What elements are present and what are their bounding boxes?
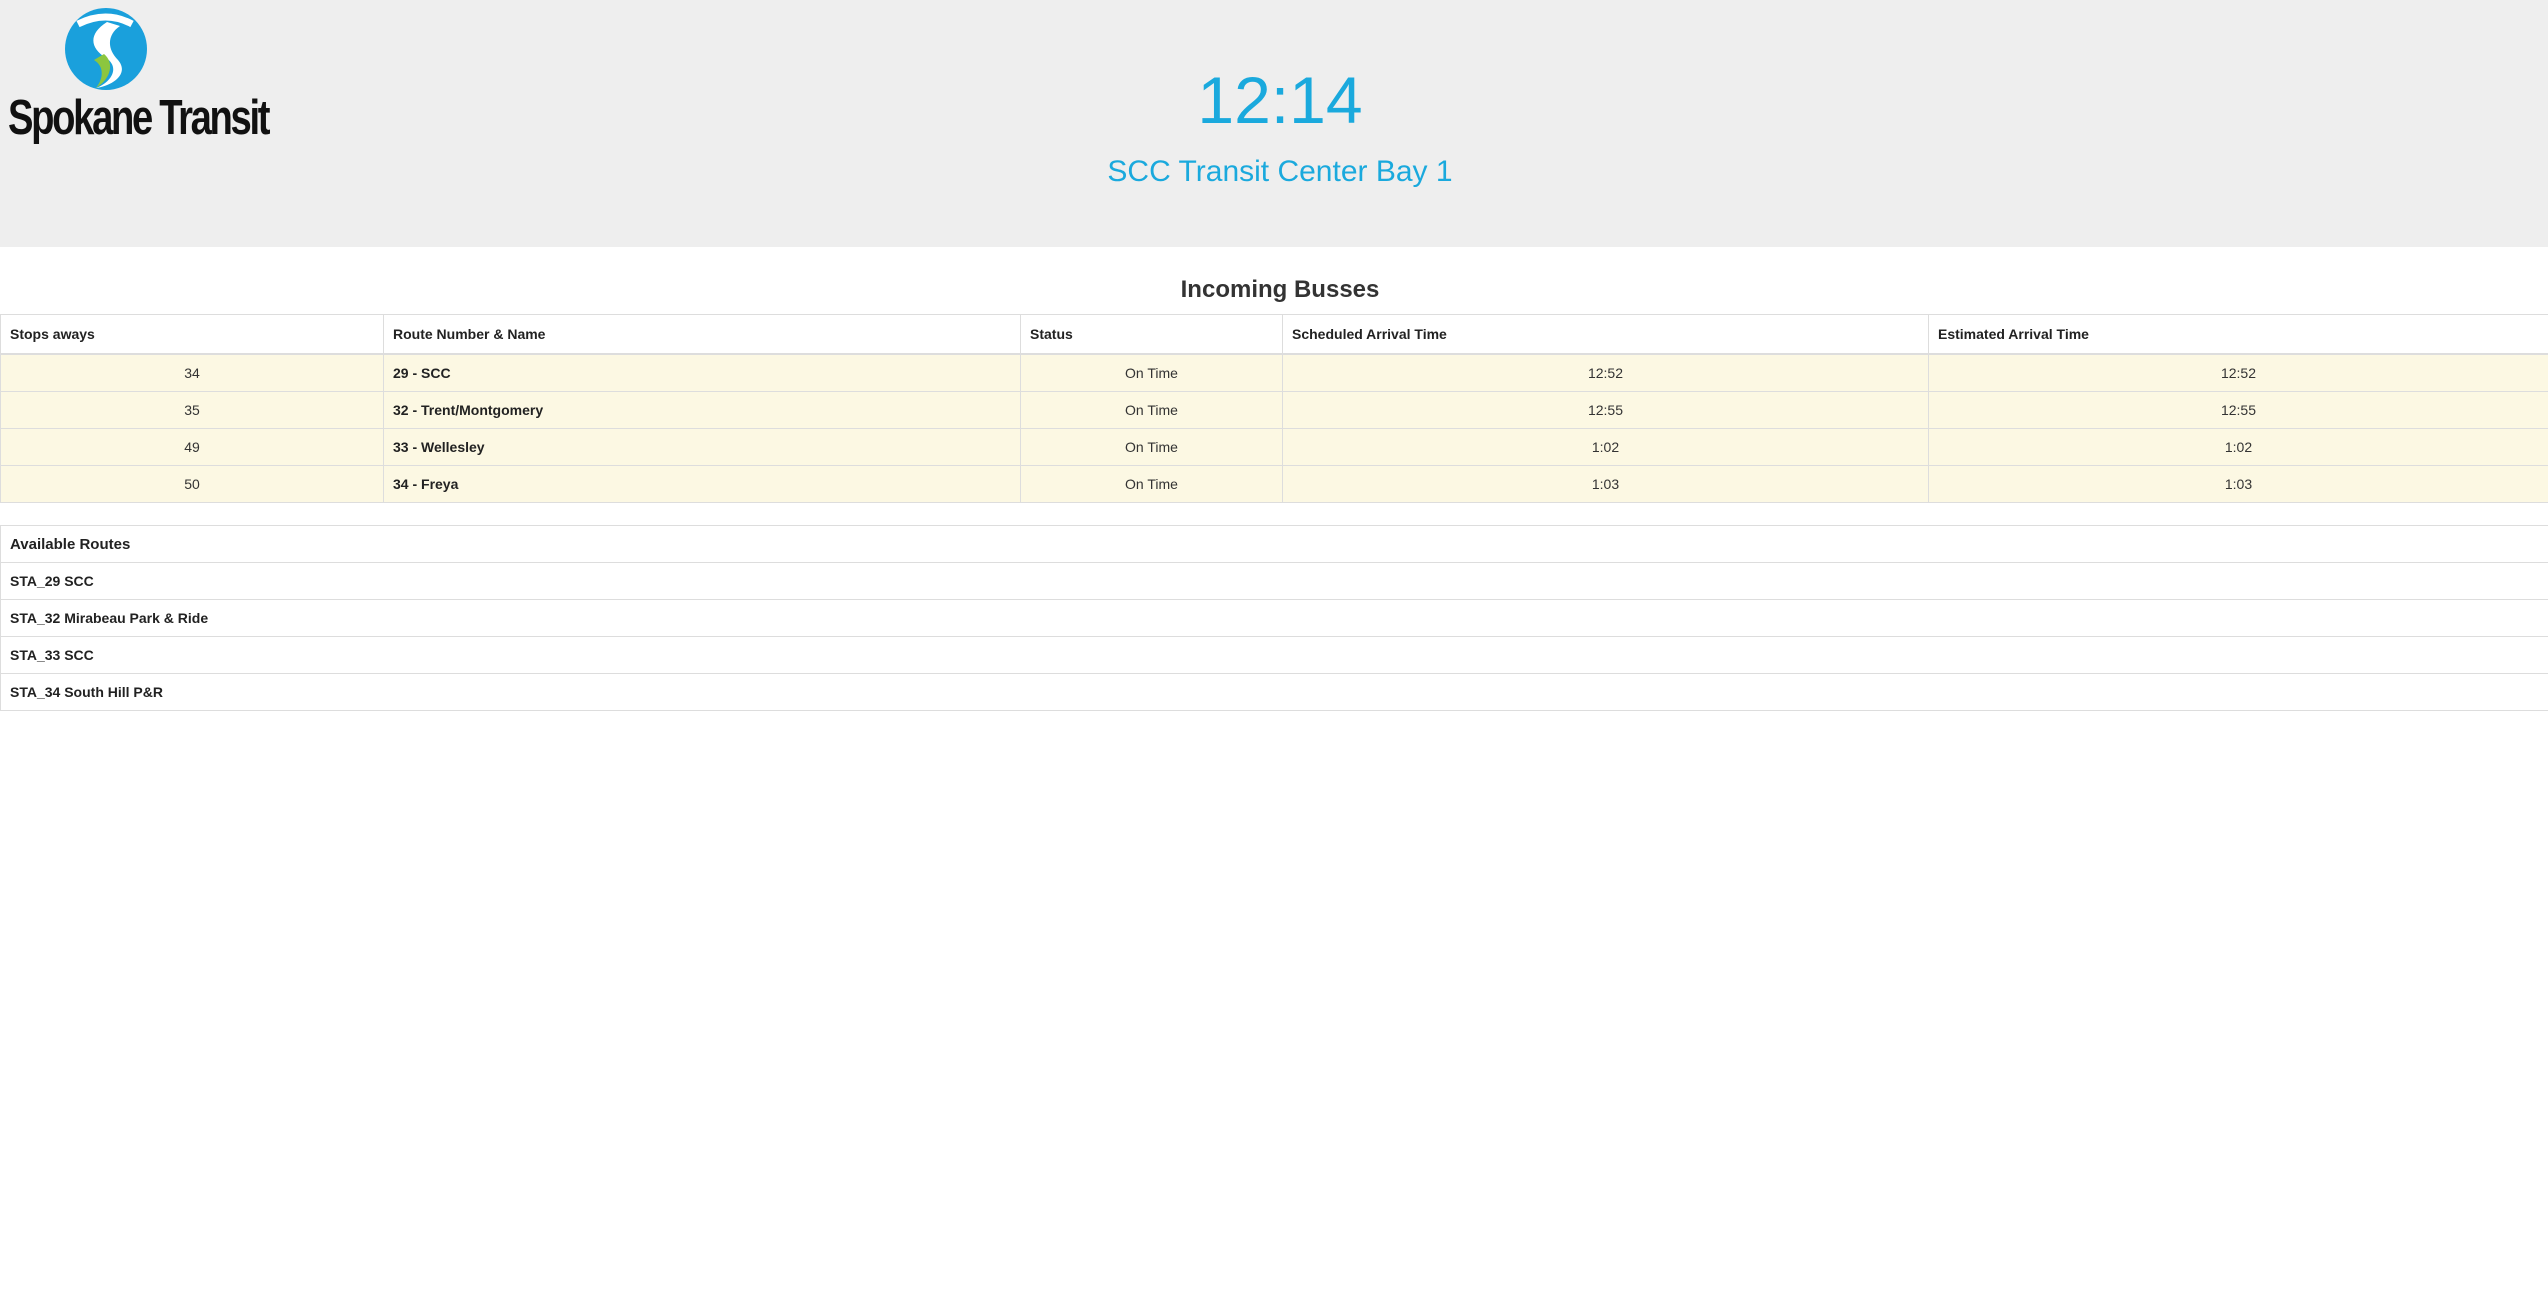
list-item[interactable]: STA_33 SCC [0,636,2548,674]
estimated-time-cell: 1:03 [1928,465,2548,503]
stops-away-cell: 50 [0,465,384,503]
route-cell: 32 - Trent/Montgomery [383,391,1021,429]
stops-away-cell: 49 [0,428,384,466]
route-item[interactable]: STA_33 SCC [0,636,2548,674]
status-cell: On Time [1020,465,1283,503]
status-cell: On Time [1020,428,1283,466]
stops-away-cell: 35 [0,391,384,429]
route-cell: 34 - Freya [383,465,1021,503]
column-header-status[interactable]: Status [1020,314,1283,355]
estimated-time-cell: 12:55 [1928,391,2548,429]
route-item[interactable]: STA_34 South Hill P&R [0,673,2548,711]
stops-away-cell: 34 [0,353,384,392]
arrivals-header-row: Stops aways Route Number & Name Status S… [0,314,2548,355]
column-header-stops[interactable]: Stops aways [0,314,384,355]
header: Spokane Transit 12:14 SCC Transit Center… [0,0,2548,247]
scheduled-time-cell: 1:03 [1282,465,1929,503]
scheduled-time-cell: 1:02 [1282,428,1929,466]
available-routes-title: Available Routes [0,525,2548,563]
column-header-estimated[interactable]: Estimated Arrival Time [1928,314,2548,355]
route-cell: 33 - Wellesley [383,428,1021,466]
arrivals-table: Stops aways Route Number & Name Status S… [0,314,2548,503]
scheduled-time-cell: 12:55 [1282,391,1929,429]
estimated-time-cell: 1:02 [1928,428,2548,466]
route-cell: 29 - SCC [383,353,1021,392]
available-routes-header-row: Available Routes [0,525,2548,563]
status-cell: On Time [1020,353,1283,392]
column-header-route[interactable]: Route Number & Name [383,314,1021,355]
route-item[interactable]: STA_29 SCC [0,562,2548,600]
column-header-scheduled[interactable]: Scheduled Arrival Time [1282,314,1929,355]
available-routes-table: Available Routes STA_29 SCC STA_32 Mirab… [0,525,2548,711]
table-row: 50 34 - Freya On Time 1:03 1:03 [0,465,2548,503]
incoming-busses-title: Incoming Busses [1180,276,1380,303]
table-row: 49 33 - Wellesley On Time 1:02 1:02 [0,428,2548,466]
table-row: 34 29 - SCC On Time 12:52 12:52 [0,353,2548,392]
list-item[interactable]: STA_29 SCC [0,562,2548,600]
list-item[interactable]: STA_34 South Hill P&R [0,673,2548,711]
stop-name: SCC Transit Center Bay 1 [1107,155,1453,188]
scheduled-time-cell: 12:52 [1282,353,1929,392]
list-item[interactable]: STA_32 Mirabeau Park & Ride [0,599,2548,637]
estimated-time-cell: 12:52 [1928,353,2548,392]
route-item[interactable]: STA_32 Mirabeau Park & Ride [0,599,2548,637]
current-time: 12:14 [1197,63,1363,137]
table-row: 35 32 - Trent/Montgomery On Time 12:55 1… [0,391,2548,429]
status-cell: On Time [1020,391,1283,429]
